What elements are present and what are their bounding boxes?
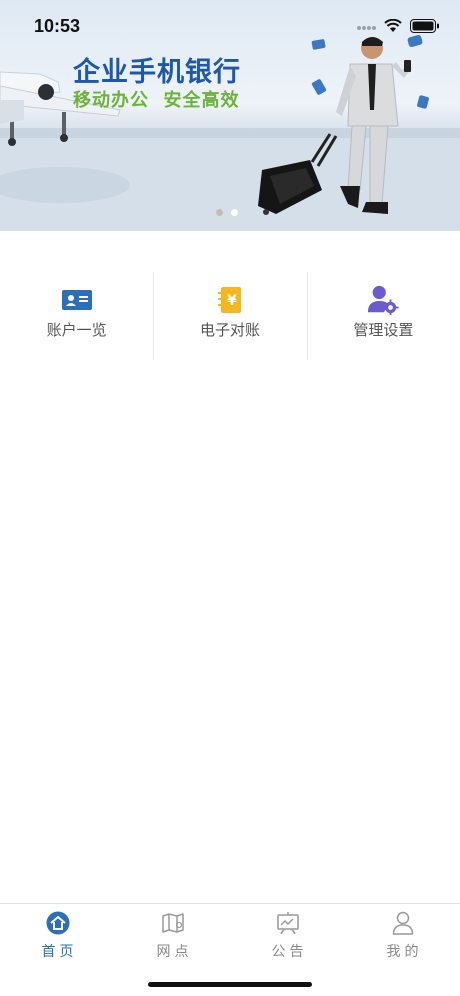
quick-item-label: 电子对账 <box>199 321 260 339</box>
svg-text:¥: ¥ <box>227 293 237 309</box>
quick-menu: 账户一览 ¥ 电子对账 管理设置 <box>0 272 460 360</box>
tab-bar: 首页 网点 公告 我的 <box>0 903 460 996</box>
e-statement-icon: ¥ <box>214 285 246 315</box>
carousel-dot[interactable] <box>216 209 223 216</box>
map-icon <box>160 910 186 936</box>
quick-item-account-overview[interactable]: 账户一览 <box>0 272 153 360</box>
tab-branches[interactable]: 网点 <box>115 904 230 961</box>
carousel-dot-active[interactable] <box>231 209 238 216</box>
tab-label: 我的 <box>386 944 423 960</box>
tab-mine[interactable]: 我的 <box>345 904 460 961</box>
tab-home[interactable]: 首页 <box>0 904 115 961</box>
quick-item-e-statement[interactable]: ¥ 电子对账 <box>153 272 306 360</box>
banner-subtitle: 移动办公 安全高效 <box>73 90 240 111</box>
quick-item-label: 管理设置 <box>353 321 414 339</box>
quick-item-label: 账户一览 <box>46 321 107 339</box>
home-icon <box>45 910 71 936</box>
person-icon <box>390 910 416 936</box>
status-bar: 10:53 <box>0 0 460 56</box>
account-card-icon <box>61 285 93 315</box>
quick-item-management-settings[interactable]: 管理设置 <box>306 272 460 360</box>
carousel-pagination <box>216 209 238 216</box>
battery-icon <box>410 18 440 37</box>
status-time: 10:53 <box>34 16 81 36</box>
tab-announcements[interactable]: 公告 <box>230 904 345 961</box>
home-indicator <box>148 982 312 987</box>
tab-label: 网点 <box>156 944 193 960</box>
cellular-signal-icon <box>356 18 376 37</box>
tab-label: 首页 <box>41 944 78 960</box>
wifi-icon <box>384 18 402 37</box>
tab-label: 公告 <box>271 944 308 960</box>
user-settings-icon <box>367 285 399 316</box>
status-icons <box>356 18 440 37</box>
announcement-icon <box>275 910 301 936</box>
app-screen: 企业手机银行 移动办公 安全高效 10:53 账户一览 ¥ 电子对账 管理设置 … <box>0 0 460 996</box>
